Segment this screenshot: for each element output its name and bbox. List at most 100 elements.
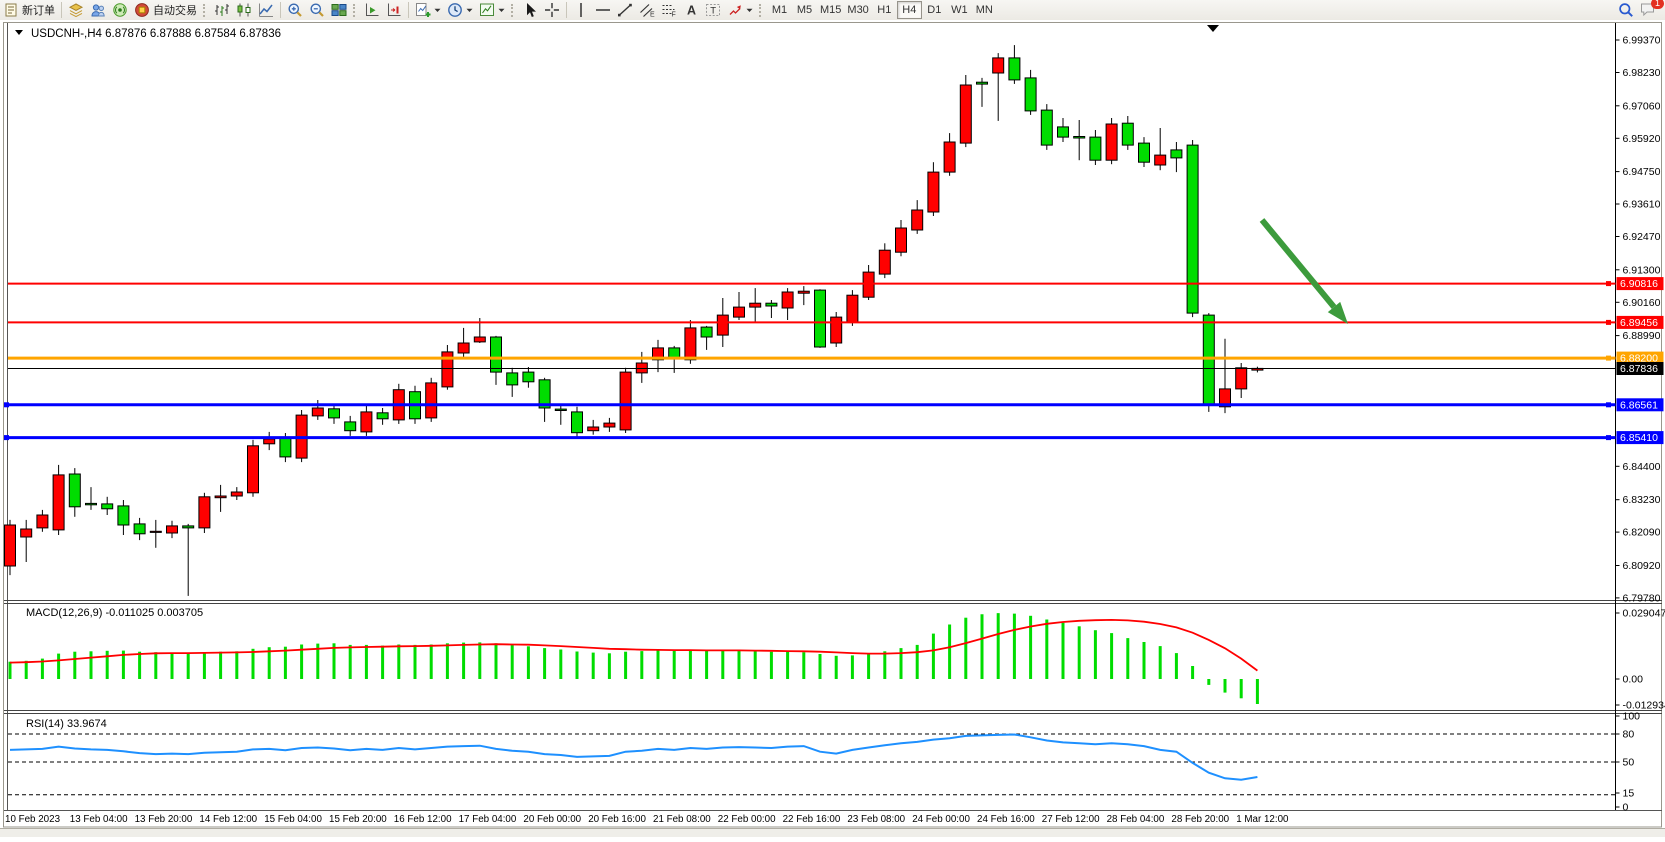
- vertical-line-button[interactable]: [570, 1, 592, 19]
- candle-body: [701, 327, 712, 337]
- timeframe-button-mn[interactable]: MN: [972, 1, 997, 19]
- time-tick-label: 24 Feb 16:00: [977, 814, 1035, 825]
- candle-body: [847, 295, 858, 322]
- line-handle[interactable]: [1606, 356, 1611, 361]
- candle-body: [1171, 150, 1182, 158]
- line-handle[interactable]: [1606, 320, 1611, 325]
- candle-body: [750, 303, 761, 307]
- line-handle[interactable]: [1606, 281, 1611, 286]
- timeframe-button-h4[interactable]: H4: [897, 1, 922, 19]
- template-icon: [479, 2, 495, 18]
- new-order-button[interactable]: 新订单: [0, 1, 58, 19]
- templates-button[interactable]: [476, 1, 508, 19]
- macd-tick-label: 0.029047: [1623, 608, 1665, 620]
- price-line-label: 6.85410: [1620, 432, 1658, 444]
- line-handle[interactable]: [4, 435, 9, 440]
- timeframe-button-m15[interactable]: M15: [817, 1, 844, 19]
- horizontal-line-button[interactable]: [592, 1, 614, 19]
- zoom-in-button[interactable]: [284, 1, 306, 19]
- timeframe-button-m30[interactable]: M30: [844, 1, 871, 19]
- candle-body: [1058, 127, 1069, 137]
- workspace-button[interactable]: [65, 1, 87, 19]
- equidistant-channel-button[interactable]: E: [636, 1, 658, 19]
- tile-windows-button[interactable]: [328, 1, 350, 19]
- search-button[interactable]: [1615, 1, 1637, 19]
- time-tick-label: 15 Feb 20:00: [329, 814, 387, 825]
- candle-body: [150, 531, 161, 532]
- svg-text:A: A: [687, 4, 696, 18]
- auto-trading-button[interactable]: 自动交易: [131, 1, 200, 19]
- bar-chart-button[interactable]: [211, 1, 233, 19]
- indicators-button[interactable]: [412, 1, 444, 19]
- price-chart[interactable]: 6.993706.982306.970606.959206.947506.936…: [0, 20, 1665, 837]
- candle-body: [782, 292, 793, 308]
- text-label-button[interactable]: T: [702, 1, 724, 19]
- fibonacci-button[interactable]: F: [658, 1, 680, 19]
- candle-body: [588, 427, 599, 431]
- time-tick-label: 17 Feb 04:00: [459, 814, 517, 825]
- search-icon: [1618, 2, 1634, 18]
- candle-body: [944, 142, 955, 172]
- candle-body: [329, 409, 340, 418]
- candle-body: [604, 423, 615, 427]
- crosshair-button[interactable]: [541, 1, 563, 19]
- signals-button[interactable]: [109, 1, 131, 19]
- price-line-label: 6.89456: [1620, 317, 1658, 329]
- candle-body: [1236, 368, 1247, 389]
- timeframe-button-m5[interactable]: M5: [792, 1, 817, 19]
- new-order-icon: [3, 2, 19, 18]
- candle-body: [69, 474, 80, 507]
- auto-scroll-icon: [364, 2, 380, 18]
- horizontal-line-icon: [595, 2, 611, 18]
- arrows-button[interactable]: [724, 1, 756, 19]
- candle-body: [863, 272, 874, 297]
- price-tick-label: 6.80920: [1623, 560, 1661, 572]
- toolbar-grip: [353, 4, 357, 17]
- line-handle[interactable]: [1606, 402, 1611, 407]
- candle-body: [1187, 145, 1198, 313]
- candle-body: [5, 525, 16, 566]
- trendline-icon: [617, 2, 633, 18]
- candle-body: [1139, 143, 1150, 162]
- candle-body: [879, 250, 890, 274]
- cursor-button[interactable]: [519, 1, 541, 19]
- tile-windows-icon: [331, 2, 347, 18]
- price-tick-label: 6.93610: [1623, 199, 1661, 211]
- text-button[interactable]: A: [680, 1, 702, 19]
- fibonacci-icon: F: [661, 2, 677, 18]
- chat-button-wrap: 1: [1637, 0, 1659, 20]
- line-handle[interactable]: [4, 402, 9, 407]
- timeframe-button-m1[interactable]: M1: [767, 1, 792, 19]
- periods-button[interactable]: [444, 1, 476, 19]
- candle-body: [199, 497, 210, 528]
- zoom-out-button[interactable]: [306, 1, 328, 19]
- auto-scroll-button[interactable]: [361, 1, 383, 19]
- timeframe-button-d1[interactable]: D1: [922, 1, 947, 19]
- candle-chart-button[interactable]: [233, 1, 255, 19]
- price-tick-label: 6.90160: [1623, 297, 1661, 309]
- candle-body: [118, 506, 129, 525]
- candle-body: [1122, 123, 1133, 145]
- vertical-line-icon: [573, 2, 589, 18]
- timeframe-button-h1[interactable]: H1: [872, 1, 897, 19]
- price-tick-label: 6.88990: [1623, 330, 1661, 342]
- candle-body: [555, 409, 566, 410]
- time-tick-label: 16 Feb 12:00: [394, 814, 452, 825]
- time-tick-label: 21 Feb 08:00: [653, 814, 711, 825]
- separator: [408, 2, 409, 18]
- time-tick-label: 20 Feb 00:00: [523, 814, 581, 825]
- trendline-button[interactable]: [614, 1, 636, 19]
- candle-body: [734, 307, 745, 317]
- candle-body: [507, 373, 518, 385]
- market-watch-button[interactable]: [87, 1, 109, 19]
- chart-shift-button[interactable]: [383, 1, 405, 19]
- rsi-tick-label: 50: [1623, 757, 1635, 769]
- timeframe-button-w1[interactable]: W1: [947, 1, 972, 19]
- line-chart-button[interactable]: [255, 1, 277, 19]
- line-handle[interactable]: [1606, 435, 1611, 440]
- new-order-label: 新订单: [22, 2, 55, 18]
- candle-body: [21, 529, 32, 537]
- candle-body: [53, 475, 64, 530]
- candle-body: [458, 343, 469, 353]
- candle-body: [474, 337, 485, 342]
